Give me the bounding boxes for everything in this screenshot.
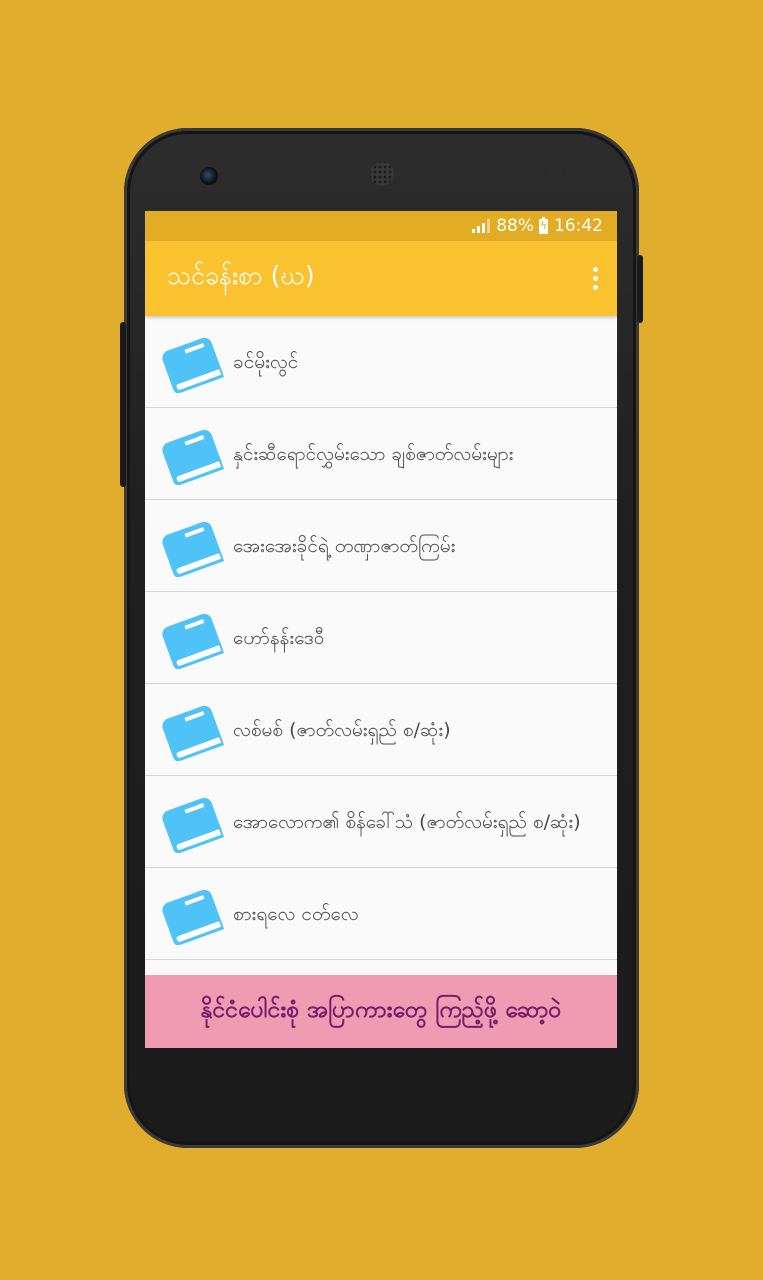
list-item-label: နှင်းဆီရောင်လွှမ်းသော ချစ်ဇာတ်လမ်းများ (233, 442, 514, 465)
book-icon (162, 429, 225, 485)
signal-icon (472, 219, 491, 233)
list-item-label: အေးအေးခိုင်ရဲ့ တဏှာဇာတ်ကြမ်း (233, 534, 456, 557)
list-item-7[interactable]: စားရလေ ငတ်လေ (145, 868, 617, 960)
volume-button (120, 322, 126, 487)
list-item-1[interactable]: ခင်မိုးလွင် (145, 316, 617, 408)
list-item-label: အောလောက၏ စိန်ခေါ်သံ (ဇာတ်လမ်းရှည် စ/ဆုံး… (233, 810, 581, 833)
proximity-sensor (543, 172, 549, 178)
battery-charging-icon (539, 216, 548, 234)
promo-banner[interactable]: နိုင်ငံပေါင်းစုံ အပြာကားတွေ ကြည့်ဖို့ ဆေ… (145, 975, 617, 1048)
list-item-label: ဟော်နန်းဒေဝီ (233, 626, 325, 649)
list-item-label: စားရလေ ငတ်လေ (233, 902, 359, 925)
book-icon (162, 705, 225, 761)
status-bar: 88% 16:42 (145, 211, 617, 241)
book-icon (162, 337, 225, 393)
book-icon (162, 613, 225, 669)
clock: 16:42 (554, 216, 603, 236)
book-icon (162, 797, 225, 853)
list-item-2[interactable]: နှင်းဆီရောင်လွှမ်းသော ချစ်ဇာတ်လမ်းများ (145, 408, 617, 500)
banner-text: နိုင်ငံပေါင်းစုံ အပြာကားတွေ ကြည့်ဖို့ ဆေ… (200, 996, 562, 1023)
power-button (637, 255, 643, 323)
earpiece-speaker (370, 162, 394, 186)
list-item-5[interactable]: လစ်မစ် (ဇာတ်လမ်းရှည် စ/ဆုံး) (145, 684, 617, 776)
app-bar: သင်ခန်းစာ (ဃ) (145, 241, 617, 316)
list-item-4[interactable]: ဟော်နန်းဒေဝီ (145, 592, 617, 684)
list-item-label: လစ်မစ် (ဇာတ်လမ်းရှည် စ/ဆုံး) (233, 718, 451, 741)
app-title: သင်ခန်းစာ (ဃ) (167, 261, 315, 290)
battery-percent: 88% (496, 216, 534, 236)
book-icon (162, 521, 225, 577)
light-sensor (561, 172, 567, 178)
front-camera (200, 167, 218, 185)
more-vert-icon[interactable] (591, 267, 599, 290)
phone-screen: 88% 16:42 သင်ခန်းစာ (ဃ) ခင်မိုးလွင် (145, 211, 617, 1048)
list-item-label: ခင်မိုးလွင် (233, 350, 299, 373)
book-icon (162, 889, 225, 945)
list-item-3[interactable]: အေးအေးခိုင်ရဲ့ တဏှာဇာတ်ကြမ်း (145, 500, 617, 592)
list-item-6[interactable]: အောလောက၏ စိန်ခေါ်သံ (ဇာတ်လမ်းရှည် စ/ဆုံး… (145, 776, 617, 868)
book-list: ခင်မိုးလွင် နှင်းဆီရောင်လွှမ်းသော ချစ်ဇာ… (145, 316, 617, 960)
